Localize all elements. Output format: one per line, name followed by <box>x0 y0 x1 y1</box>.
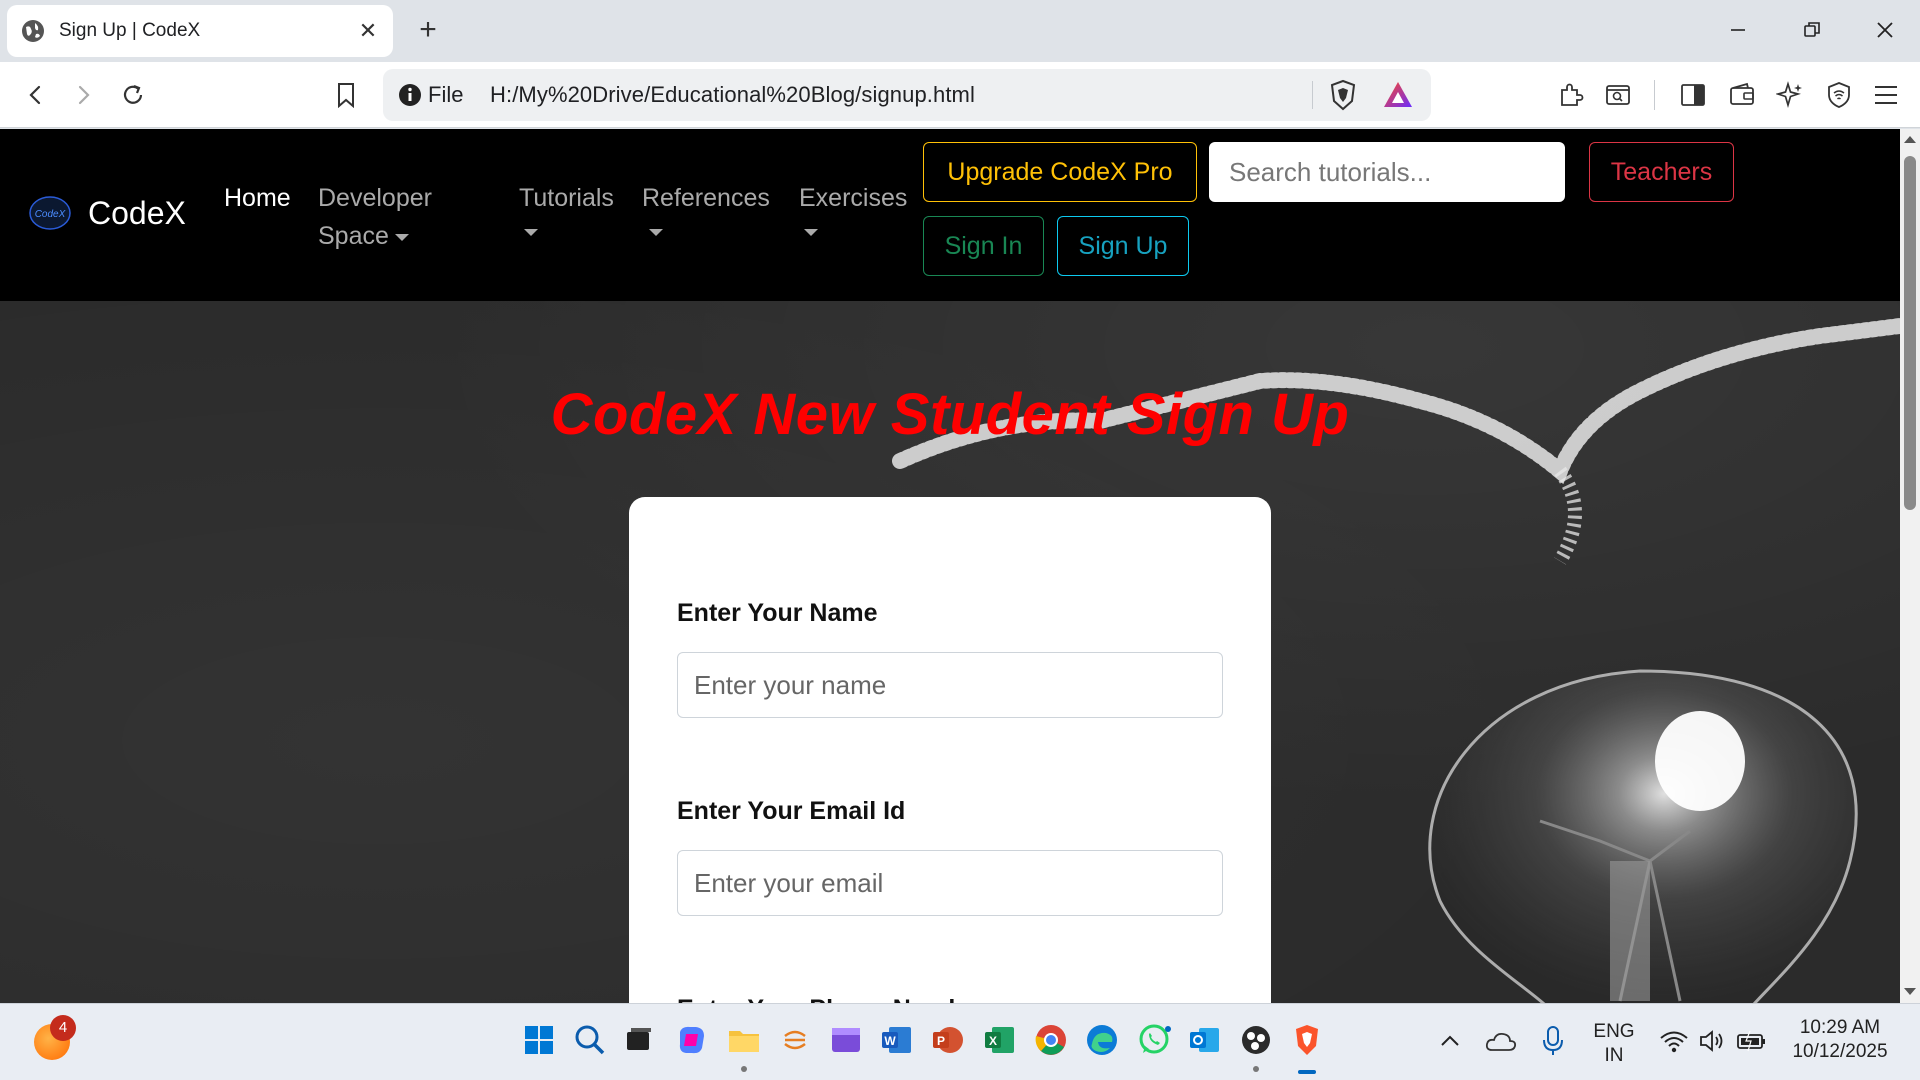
clipchamp-icon[interactable] <box>828 1022 864 1058</box>
browser-tab-bar: Sign Up | CodeX ✕ + <box>0 0 1920 62</box>
find-in-page-icon[interactable] <box>1598 75 1638 115</box>
upgrade-pro-button[interactable]: Upgrade CodeX Pro <box>923 142 1197 202</box>
search-input[interactable] <box>1209 142 1565 202</box>
tab-close-icon[interactable]: ✕ <box>357 18 379 44</box>
eclipse-icon[interactable] <box>777 1022 813 1058</box>
language-code: ENG <box>1593 1021 1635 1042</box>
running-indicator <box>741 1066 747 1072</box>
scroll-down-icon[interactable] <box>1903 987 1917 997</box>
site-navbar: CodeX CodeX Home Developer Space Tutoria… <box>0 129 1900 301</box>
show-hidden-icons-icon[interactable] <box>1437 1030 1463 1052</box>
window-close-icon[interactable] <box>1865 10 1905 50</box>
name-label: Enter Your Name <box>677 599 878 627</box>
scrollbar-thumb[interactable] <box>1904 156 1916 510</box>
svg-text:P: P <box>937 1034 945 1048</box>
teachers-button[interactable]: Teachers <box>1589 142 1734 202</box>
nav-developer-space[interactable]: Developer Space <box>318 179 432 255</box>
region-code: IN <box>1604 1045 1624 1066</box>
brave-shields-icon[interactable] <box>1326 78 1360 112</box>
excel-icon[interactable]: X <box>982 1022 1018 1058</box>
signup-form-card: Enter Your Name Enter Your Email Id Ente… <box>629 497 1271 1003</box>
globe-icon <box>22 20 44 42</box>
clock[interactable]: 10:29 AM 10/12/2025 <box>1780 1016 1900 1064</box>
restore-icon[interactable] <box>1792 10 1832 50</box>
nav-references[interactable]: References <box>642 179 770 217</box>
svg-text:CodeX: CodeX <box>35 209 66 220</box>
unread-indicator <box>1165 1026 1171 1032</box>
page-viewport: CodeX CodeX Home Developer Space Tutoria… <box>0 129 1900 1003</box>
name-field[interactable] <box>677 652 1223 718</box>
battery-icon[interactable] <box>1736 1028 1768 1054</box>
start-icon[interactable] <box>521 1022 557 1058</box>
chevron-down-icon[interactable] <box>524 229 538 236</box>
address-url[interactable]: H:/My%20Drive/Educational%20Blog/signup.… <box>490 82 975 108</box>
sign-up-button[interactable]: Sign Up <box>1057 216 1189 276</box>
reload-icon[interactable] <box>113 75 153 115</box>
nav-developer-line1: Developer <box>318 184 432 212</box>
search-icon[interactable] <box>572 1022 608 1058</box>
sign-in-button[interactable]: Sign In <box>923 216 1044 276</box>
svg-text:X: X <box>989 1034 997 1048</box>
extensions-icon[interactable] <box>1551 75 1591 115</box>
running-indicator <box>1253 1066 1259 1072</box>
back-icon[interactable] <box>16 75 56 115</box>
email-label: Enter Your Email Id <box>677 797 906 825</box>
chevron-down-icon[interactable] <box>804 229 818 236</box>
page-title: CodeX New Student Sign Up <box>550 382 1350 447</box>
toolbar-divider <box>1654 80 1655 110</box>
obs-icon[interactable] <box>1238 1022 1274 1058</box>
outlook-icon[interactable] <box>1187 1022 1223 1058</box>
task-view-icon[interactable] <box>621 1022 657 1058</box>
active-app-indicator <box>1298 1070 1316 1074</box>
brave-browser-icon[interactable] <box>1289 1022 1325 1058</box>
brand-name[interactable]: CodeX <box>88 195 186 232</box>
volume-icon[interactable] <box>1698 1028 1728 1054</box>
onedrive-icon[interactable] <box>1484 1026 1518 1056</box>
chrome-icon[interactable] <box>1033 1022 1069 1058</box>
chevron-down-icon[interactable] <box>649 229 663 236</box>
file-explorer-icon[interactable] <box>726 1022 762 1058</box>
codex-logo-icon[interactable]: CodeX <box>28 195 72 231</box>
edge-icon[interactable] <box>1084 1022 1120 1058</box>
scroll-up-icon[interactable] <box>1903 134 1917 144</box>
phone-label: Enter Your Phone Number <box>677 995 987 1003</box>
site-info-icon[interactable] <box>397 82 423 108</box>
browser-toolbar: File H:/My%20Drive/Educational%20Blog/si… <box>0 62 1920 128</box>
wifi-icon[interactable] <box>1659 1028 1689 1054</box>
minimize-icon[interactable] <box>1718 10 1758 50</box>
address-scheme: File <box>428 82 464 107</box>
language-indicator[interactable]: ENG IN <box>1589 1020 1639 1068</box>
nav-tutorials[interactable]: Tutorials <box>519 179 614 217</box>
forward-icon[interactable] <box>63 75 103 115</box>
nav-developer-line2: Space <box>318 222 389 250</box>
address-bar[interactable]: File H:/My%20Drive/Educational%20Blog/si… <box>383 69 1431 121</box>
clock-date: 10/12/2025 <box>1792 1041 1888 1062</box>
tab-title: Sign Up | CodeX <box>59 20 201 41</box>
nav-home[interactable]: Home <box>224 179 291 217</box>
new-tab-button[interactable]: + <box>413 12 443 48</box>
sidebar-toggle-icon[interactable] <box>1673 75 1713 115</box>
bookmark-icon[interactable] <box>326 75 366 115</box>
nav-exercises[interactable]: Exercises <box>799 179 907 217</box>
vpn-shield-icon[interactable] <box>1819 75 1859 115</box>
browser-tab[interactable]: Sign Up | CodeX ✕ <box>7 5 393 57</box>
chevron-down-icon <box>394 233 409 241</box>
leo-ai-icon[interactable] <box>1770 75 1810 115</box>
notification-badge: 4 <box>50 1015 76 1041</box>
address-divider <box>1312 81 1313 109</box>
powerpoint-icon[interactable]: P <box>930 1022 966 1058</box>
wallet-icon[interactable] <box>1722 75 1762 115</box>
word-icon[interactable]: W <box>879 1022 915 1058</box>
brave-rewards-icon[interactable] <box>1381 78 1415 112</box>
windows-taskbar: 4 W P X ENG IN 10:29 AM 10/12/2025 <box>0 1003 1920 1080</box>
microphone-icon[interactable] <box>1540 1024 1566 1058</box>
copilot-icon[interactable] <box>674 1022 710 1058</box>
svg-text:W: W <box>884 1034 896 1048</box>
menu-icon[interactable] <box>1866 75 1906 115</box>
email-field[interactable] <box>677 850 1223 916</box>
clock-time: 10:29 AM <box>1799 1017 1881 1038</box>
